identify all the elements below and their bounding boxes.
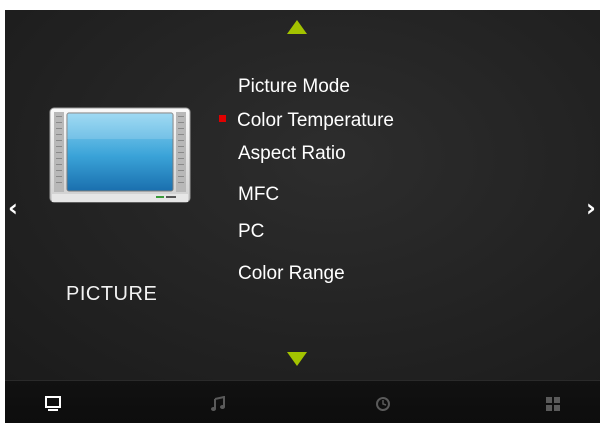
menu-item-aspect-ratio[interactable]: Aspect Ratio (238, 143, 346, 165)
chevron-right-icon[interactable]: › (586, 196, 596, 220)
menu-item-color-temperature[interactable]: Color Temperature (237, 110, 394, 132)
category-title: PICTURE (66, 283, 158, 305)
scroll-up-arrow-icon[interactable] (287, 20, 307, 34)
grid-icon[interactable] (545, 396, 561, 412)
scroll-down-arrow-icon[interactable] (287, 352, 307, 366)
chevron-left-icon[interactable]: ‹ (8, 196, 18, 220)
tv-picture-icon (49, 107, 191, 203)
menu-item-mfc[interactable]: MFC (238, 184, 279, 206)
menu-item-color-range[interactable]: Color Range (238, 263, 345, 285)
menu-item-pc[interactable]: PC (238, 221, 264, 243)
menu-item-picture-mode[interactable]: Picture Mode (238, 76, 350, 98)
clock-icon[interactable] (375, 396, 391, 412)
bottom-nav-bar (5, 380, 600, 423)
music-note-icon[interactable] (210, 396, 226, 412)
selection-marker (219, 115, 226, 122)
monitor-icon[interactable] (45, 396, 61, 412)
